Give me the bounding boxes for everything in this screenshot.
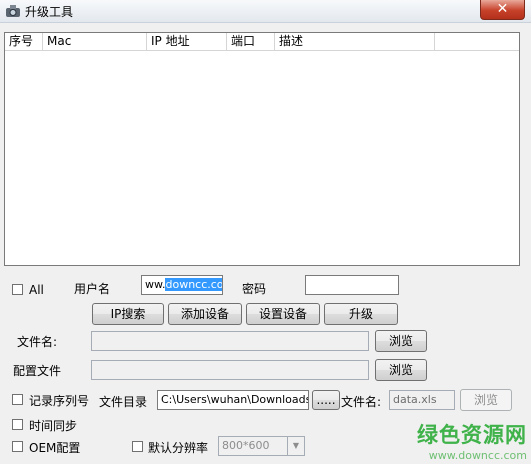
record-serial-checkbox[interactable] <box>12 394 23 405</box>
log-file-name-input[interactable]: data.xls <box>389 390 455 410</box>
file-name-input[interactable] <box>91 331 369 351</box>
all-checkbox[interactable] <box>12 284 23 295</box>
add-device-button[interactable]: 添加设备 <box>168 303 242 325</box>
configure-device-button[interactable]: 设置设备 <box>246 303 320 325</box>
watermark-logo-text: 绿色资源网 <box>417 423 527 447</box>
column-header-port[interactable]: 端口 <box>227 33 275 50</box>
time-sync-label: 时间同步 <box>29 419 78 433</box>
file-browse-button[interactable]: 浏览 <box>375 330 427 352</box>
resolution-select: 800*600 ▼ <box>218 436 305 456</box>
close-button[interactable]: ✕ <box>480 0 525 20</box>
app-icon <box>6 5 20 17</box>
watermark: 绿色资源网 www.downcc.com <box>417 419 527 462</box>
record-serial-label: 记录序列号 <box>29 394 90 408</box>
config-file-label: 配置文件 <box>13 364 62 378</box>
column-header-mac[interactable]: Mac <box>43 33 147 50</box>
column-header-ip[interactable]: IP 地址 <box>147 33 227 50</box>
config-browse-button[interactable]: 浏览 <box>375 359 427 381</box>
oem-config-checkbox[interactable] <box>12 441 23 452</box>
password-label: 密码 <box>242 282 267 296</box>
column-header-index[interactable]: 序号 <box>5 33 43 50</box>
default-resolution-label: 默认分辨率 <box>148 441 209 455</box>
all-label: All <box>29 283 44 297</box>
log-file-name-label: 文件名: <box>341 395 382 409</box>
username-text: ww. <box>145 278 166 291</box>
resolution-value: 800*600 <box>222 439 270 452</box>
directory-browse-button[interactable]: ..... <box>312 390 340 410</box>
device-list[interactable]: 序号 Mac IP 地址 端口 描述 <box>4 32 520 266</box>
log-file-browse-button: 浏览 <box>460 389 512 411</box>
username-input[interactable]: ww.downcc.com <box>141 275 223 295</box>
file-name-label: 文件名: <box>17 335 58 349</box>
device-list-header: 序号 Mac IP 地址 端口 描述 <box>5 33 519 51</box>
file-directory-input[interactable]: C:\Users\wuhan\Downloads\ <box>157 390 309 410</box>
watermark-url: www.downcc.com <box>428 449 527 462</box>
default-resolution-checkbox[interactable] <box>132 441 143 452</box>
title-bar: 升级工具 ✕ <box>0 0 531 23</box>
column-header-description[interactable]: 描述 <box>275 33 435 50</box>
time-sync-checkbox[interactable] <box>12 419 23 430</box>
username-selection: downcc.com <box>165 278 222 291</box>
file-directory-label: 文件目录 <box>99 395 148 409</box>
config-file-input[interactable] <box>91 360 369 380</box>
ip-search-button[interactable]: IP搜索 <box>92 303 164 325</box>
password-input[interactable] <box>305 275 399 295</box>
close-icon: ✕ <box>496 1 509 17</box>
username-label: 用户名 <box>74 282 111 296</box>
chevron-down-icon: ▼ <box>287 437 304 455</box>
window-title: 升级工具 <box>25 5 74 19</box>
upgrade-button[interactable]: 升级 <box>324 303 398 325</box>
oem-config-label: OEM配置 <box>29 441 81 455</box>
